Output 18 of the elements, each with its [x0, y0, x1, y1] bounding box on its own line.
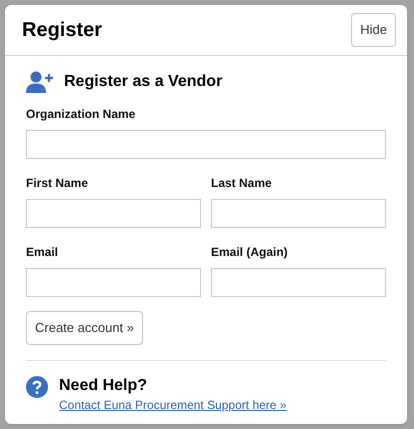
- input-field[interactable]: [26, 130, 386, 159]
- field-label: Last Name: [211, 176, 272, 191]
- field-label: Organization Name: [26, 107, 136, 122]
- section-heading: Register as a Vendor: [64, 72, 222, 92]
- input-field[interactable]: [26, 199, 201, 228]
- field-label: Email: [26, 245, 58, 260]
- help-heading: Need Help?: [59, 376, 148, 396]
- create-account-button[interactable]: Create account »: [26, 311, 144, 345]
- input-field[interactable]: [26, 268, 201, 297]
- field-label: First Name: [26, 176, 88, 191]
- input-field[interactable]: [211, 268, 386, 297]
- hide-button[interactable]: Hide: [351, 13, 396, 47]
- add-user-icon: [26, 71, 54, 93]
- help-icon: [26, 376, 48, 398]
- dialog-title: Register: [22, 20, 102, 40]
- support-link[interactable]: Contact Euna Procurement Support here »: [59, 396, 286, 414]
- input-field[interactable]: [211, 199, 386, 228]
- field-label: Email (Again): [211, 245, 288, 260]
